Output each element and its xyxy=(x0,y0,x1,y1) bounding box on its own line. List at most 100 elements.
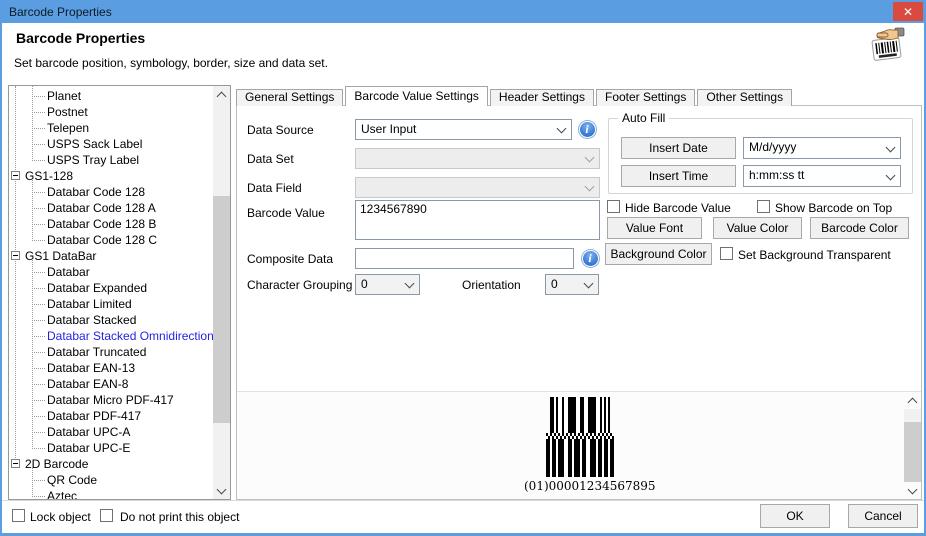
tree-item-databar-upc-a[interactable]: Databar UPC-A xyxy=(9,424,213,440)
tree-connector xyxy=(32,112,45,113)
data-field-select xyxy=(355,177,600,198)
composite-data-info-icon[interactable]: i xyxy=(580,248,600,268)
tree-item-label: Databar UPC-E xyxy=(47,441,131,455)
tree-scrollbar[interactable] xyxy=(213,86,230,499)
tab-general-settings[interactable]: General Settings xyxy=(236,89,344,106)
tree-item-databar-micro-pdf-417[interactable]: Databar Micro PDF-417 xyxy=(9,392,213,408)
barcode-value-label: Barcode Value xyxy=(247,206,325,220)
tree-connector xyxy=(32,288,45,289)
tree-item-label: Databar UPC-A xyxy=(47,425,131,439)
tree-item-databar-ean-13[interactable]: Databar EAN-13 xyxy=(9,360,213,376)
tree-item-databar-pdf-417[interactable]: Databar PDF-417 xyxy=(9,408,213,424)
tree-item-databar-code-128-b[interactable]: Databar Code 128 B xyxy=(9,216,213,232)
tree-item-databar-stacked[interactable]: Databar Stacked xyxy=(9,312,213,328)
preview-scroll-down-icon[interactable] xyxy=(904,482,921,499)
composite-data-input[interactable] xyxy=(355,248,574,269)
tree-connector xyxy=(32,496,45,497)
tree-item-label: USPS Sack Label xyxy=(47,137,143,151)
tree-item-label: Planet xyxy=(47,89,82,103)
tree-collapse-icon[interactable] xyxy=(11,459,20,468)
tree-item-databar-code-128-c[interactable]: Databar Code 128 C xyxy=(9,232,213,248)
set-background-transparent-label: Set Background Transparent xyxy=(738,248,891,262)
tree-connector xyxy=(32,400,45,401)
tree-item-aztec[interactable]: Aztec xyxy=(9,488,213,499)
tree-item-postnet[interactable]: Postnet xyxy=(9,104,213,120)
set-background-transparent-checkbox[interactable] xyxy=(720,247,733,260)
tree-item-label: Databar Code 128 xyxy=(47,185,146,199)
tree-item-databar-stacked-omnidirectional[interactable]: Databar Stacked Omnidirectional xyxy=(9,328,213,344)
window-title: Barcode Properties xyxy=(9,4,112,19)
tree-connector xyxy=(32,96,45,97)
preview-scroll-up-icon[interactable] xyxy=(904,392,921,409)
preview-scroll-thumb[interactable] xyxy=(904,422,921,485)
data-source-select[interactable]: User Input xyxy=(355,119,572,140)
value-color-button[interactable]: Value Color xyxy=(713,217,802,239)
tree-item-label: Databar Truncated xyxy=(47,345,147,359)
tree-item-gs1-databar[interactable]: GS1 DataBar xyxy=(9,248,213,264)
tree-item-usps-tray-label[interactable]: USPS Tray Label xyxy=(9,152,213,168)
title-bar[interactable]: Barcode Properties ✕ xyxy=(0,0,926,23)
insert-time-button[interactable]: Insert Time xyxy=(621,165,736,187)
orientation-select[interactable]: 0 xyxy=(545,274,599,295)
tree-item-usps-sack-label[interactable]: USPS Sack Label xyxy=(9,136,213,152)
tree-collapse-icon[interactable] xyxy=(11,171,20,180)
composite-data-label: Composite Data xyxy=(247,252,334,266)
ok-button[interactable]: OK xyxy=(760,504,830,528)
tree-connector xyxy=(32,224,45,225)
tree-item-label: Databar PDF-417 xyxy=(47,409,142,423)
tab-barcode-value-settings[interactable]: Barcode Value Settings xyxy=(345,86,488,106)
tree-item-label: USPS Tray Label xyxy=(47,153,140,167)
tab-other-settings[interactable]: Other Settings xyxy=(697,89,793,106)
tree-item-qr-code[interactable]: QR Code xyxy=(9,472,213,488)
tree-connector xyxy=(32,240,45,241)
show-barcode-on-top-checkbox[interactable] xyxy=(757,200,770,213)
tree-item-databar-code-128[interactable]: Databar Code 128 xyxy=(9,184,213,200)
tree-connector xyxy=(32,352,45,353)
data-source-info-icon[interactable]: i xyxy=(577,119,597,139)
tree-connector xyxy=(32,272,45,273)
tree-item-databar-code-128-a[interactable]: Databar Code 128 A xyxy=(9,200,213,216)
cancel-button[interactable]: Cancel xyxy=(848,504,918,528)
insert-date-button[interactable]: Insert Date xyxy=(621,137,736,159)
tree-item-label: Databar Micro PDF-417 xyxy=(47,393,174,407)
tree-scroll-thumb[interactable] xyxy=(213,196,230,423)
tree-scroll-down-icon[interactable] xyxy=(213,482,230,499)
do-not-print-label: Do not print this object xyxy=(120,510,240,524)
tree-scroll-up-icon[interactable] xyxy=(213,86,230,103)
tree-item-databar-expanded[interactable]: Databar Expanded xyxy=(9,280,213,296)
tree-item-telepen[interactable]: Telepen xyxy=(9,120,213,136)
character-grouping-select[interactable]: 0 xyxy=(355,274,420,295)
tree-item-label: QR Code xyxy=(47,473,98,487)
tree-item-databar-truncated[interactable]: Databar Truncated xyxy=(9,344,213,360)
value-font-button[interactable]: Value Font xyxy=(607,217,702,239)
tree-connector xyxy=(32,368,45,369)
tree-item-databar[interactable]: Databar xyxy=(9,264,213,280)
tree-item-label: Aztec xyxy=(47,489,78,499)
page-subtitle: Set barcode position, symbology, border,… xyxy=(14,56,328,70)
tree-item-planet[interactable]: Planet xyxy=(9,88,213,104)
orientation-label: Orientation xyxy=(462,278,521,292)
tree-item-gs1-128[interactable]: GS1-128 xyxy=(9,168,213,184)
tree-connector xyxy=(32,128,45,129)
date-format-select[interactable]: M/d/yyyy xyxy=(743,137,901,159)
background-color-button[interactable]: Background Color xyxy=(605,243,712,265)
tree-item-databar-ean-8[interactable]: Databar EAN-8 xyxy=(9,376,213,392)
lock-object-checkbox[interactable] xyxy=(12,509,25,522)
barcode-color-button[interactable]: Barcode Color xyxy=(810,217,909,239)
tab-header-settings[interactable]: Header Settings xyxy=(489,89,594,106)
time-format-select[interactable]: h:mm:ss tt xyxy=(743,165,901,187)
hide-barcode-value-checkbox[interactable] xyxy=(607,200,620,213)
do-not-print-checkbox[interactable] xyxy=(100,509,113,522)
tree-connector xyxy=(32,336,45,337)
tree-collapse-icon[interactable] xyxy=(11,251,20,260)
tree-item-databar-upc-e[interactable]: Databar UPC-E xyxy=(9,440,213,456)
page-title: Barcode Properties xyxy=(16,30,146,46)
tree-item-databar-limited[interactable]: Databar Limited xyxy=(9,296,213,312)
close-icon[interactable]: ✕ xyxy=(893,2,923,21)
barcode-value-settings-page: Data Source User Input i Data Set Data F… xyxy=(236,105,922,500)
tab-footer-settings[interactable]: Footer Settings xyxy=(595,89,696,106)
preview-scrollbar[interactable] xyxy=(904,392,921,499)
barcode-preview-panel: (01)00001234567895 xyxy=(237,391,921,499)
barcode-value-input[interactable] xyxy=(355,200,600,240)
tree-item-2d-barcode[interactable]: 2D Barcode xyxy=(9,456,213,472)
